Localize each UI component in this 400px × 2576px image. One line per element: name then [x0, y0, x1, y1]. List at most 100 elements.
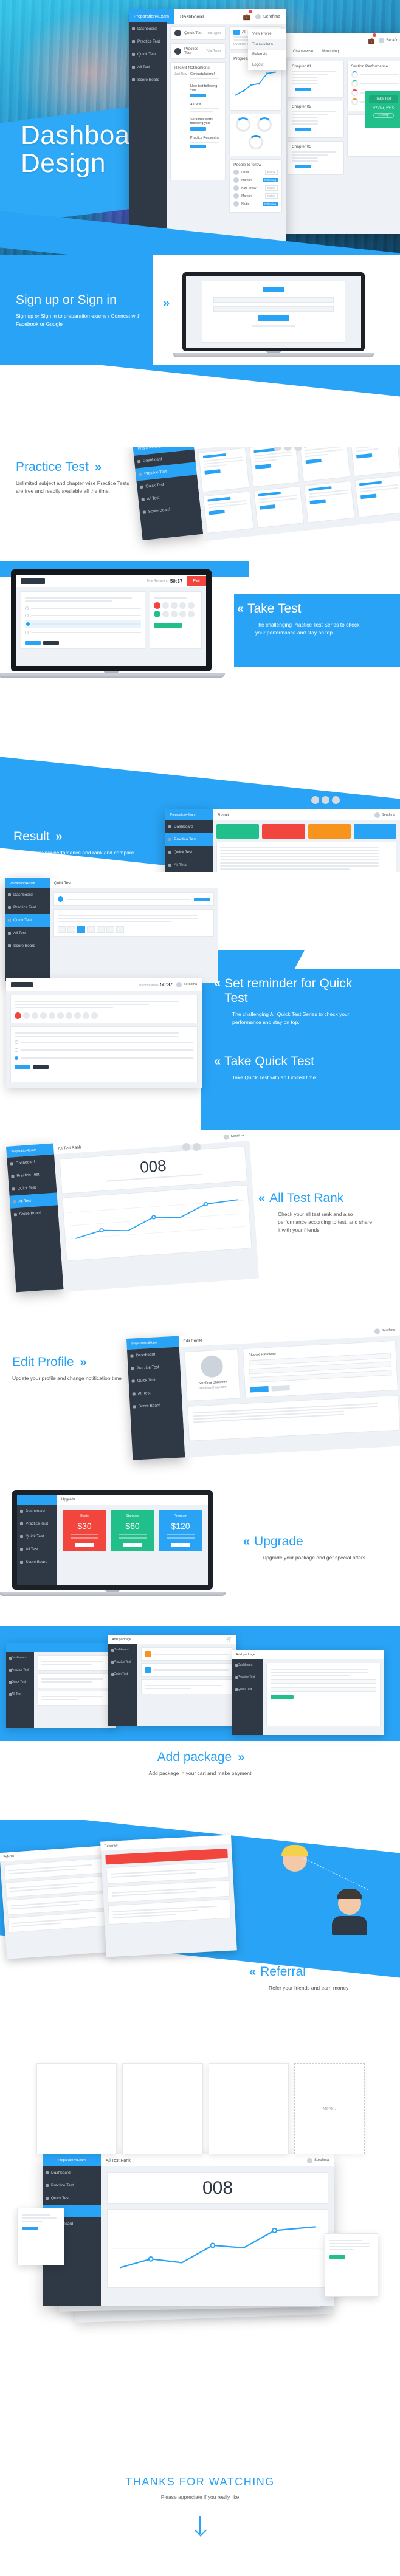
sidebar-item-dashboard[interactable]: Dashboard — [43, 2166, 101, 2179]
previous-button[interactable] — [25, 641, 41, 645]
password-field[interactable] — [213, 306, 334, 312]
card-number-field[interactable] — [271, 1679, 376, 1684]
question-chip[interactable] — [23, 1012, 30, 1019]
sidebar-item-quick-test[interactable]: Quick Test — [129, 48, 167, 61]
take-test-button[interactable] — [204, 469, 221, 475]
question-chip[interactable] — [179, 611, 186, 617]
pricing-card-basic[interactable]: Basic $30 — [63, 1510, 106, 1551]
take-test-button[interactable] — [295, 88, 311, 91]
sidebar-item-score-board[interactable]: Score Board — [17, 1556, 57, 1568]
chapter-card[interactable]: Chapter 03 — [288, 141, 344, 175]
menu-item-view-profile[interactable]: View Profile — [248, 29, 286, 39]
email-field[interactable] — [213, 297, 334, 303]
calendar-day[interactable] — [58, 926, 66, 933]
take-test-button[interactable] — [360, 493, 376, 500]
sidebar-item-dashboard[interactable]: Dashboard — [108, 1644, 137, 1656]
take-test-button[interactable] — [259, 504, 275, 510]
test-tile[interactable] — [303, 480, 355, 523]
set-reminder-button[interactable] — [194, 897, 210, 901]
sidebar-item-all-test[interactable]: All Test — [6, 1688, 34, 1700]
save-button[interactable] — [250, 1386, 269, 1393]
sidebar-item-practice-test[interactable]: Practice Test — [6, 1664, 34, 1676]
buy-now-button[interactable] — [171, 1543, 190, 1547]
take-test-button[interactable] — [305, 458, 322, 464]
sidebar-item-dashboard[interactable]: Dashboard — [6, 1652, 34, 1664]
practice-button[interactable] — [190, 145, 206, 148]
exit-button[interactable]: Exit — [187, 575, 206, 586]
quick-test-card[interactable]: Quick Test Total Types — [170, 26, 226, 40]
avatar[interactable] — [255, 13, 261, 19]
radio-option[interactable] — [25, 614, 29, 617]
question-chip[interactable] — [74, 1012, 81, 1019]
list-item[interactable]: Marvan Following — [233, 177, 278, 183]
avatar[interactable] — [223, 1133, 230, 1140]
sidebar-item-quick-test[interactable]: Quick Test — [165, 846, 213, 859]
follow-button[interactable]: Follow — [264, 185, 278, 191]
list-item[interactable]: Marvan Follow — [233, 193, 278, 199]
card-name-field[interactable] — [271, 1687, 376, 1692]
brand-logo[interactable]: Preparation4Exam — [5, 878, 50, 888]
buy-now-button[interactable] — [75, 1543, 94, 1547]
more-tile[interactable]: More... — [294, 2063, 365, 2154]
notification-item[interactable]: Practice Reasoning — [190, 136, 221, 148]
take-test-button[interactable] — [295, 165, 311, 168]
question-chip[interactable] — [162, 611, 169, 617]
user-name[interactable]: Serafima — [231, 1134, 244, 1139]
menu-item-logout[interactable]: Logout — [248, 60, 286, 70]
sidebar-item-practice-test[interactable]: Practice Test — [129, 35, 167, 48]
question-chip[interactable] — [83, 1012, 89, 1019]
follow-button[interactable] — [190, 94, 206, 97]
list-item[interactable]: Nadia Following — [233, 201, 278, 207]
briefcase-icon[interactable]: 💼 — [243, 14, 250, 21]
question-chip[interactable] — [49, 1012, 55, 1019]
brand-logo[interactable]: Preparation4Exam — [58, 2159, 86, 2162]
calendar-day[interactable] — [116, 926, 124, 933]
question-chip[interactable] — [91, 1012, 98, 1019]
list-item[interactable]: Dana Follow — [233, 170, 278, 175]
question-chip[interactable] — [171, 602, 178, 609]
test-tile[interactable] — [198, 447, 250, 493]
next-button[interactable] — [43, 641, 59, 645]
question-chip[interactable] — [15, 1012, 21, 1019]
question-chip[interactable] — [57, 1012, 64, 1019]
follow-button[interactable] — [190, 127, 206, 131]
sidebar-item-quick-test[interactable]: Quick Test — [108, 1668, 137, 1680]
question-chip[interactable] — [188, 611, 195, 617]
following-button[interactable]: Following — [262, 202, 278, 206]
test-tile[interactable] — [350, 447, 400, 477]
take-test-badge[interactable]: Take Test — [369, 95, 398, 103]
test-tile[interactable] — [202, 491, 254, 534]
sidebar-item-practice-test[interactable]: Practice Test — [43, 2179, 101, 2192]
sidebar-item-score-board[interactable]: Score Board — [5, 939, 50, 952]
user-name[interactable]: Serafima — [184, 983, 197, 986]
sidebar-item-quick-test[interactable]: Quick Test — [17, 1530, 57, 1543]
pricing-card-standard[interactable]: Standard $60 — [111, 1510, 154, 1551]
sidebar-item-all-test[interactable]: All Test — [17, 1543, 57, 1556]
user-name[interactable]: Serafima — [314, 2159, 329, 2162]
tile[interactable] — [36, 2063, 117, 2154]
menu-item-referrals[interactable]: Referrals — [248, 50, 286, 60]
take-test-button[interactable] — [22, 2227, 38, 2230]
tile[interactable] — [208, 2063, 289, 2154]
radio-option-selected[interactable] — [26, 622, 30, 626]
avatar[interactable] — [176, 981, 182, 987]
test-tile[interactable] — [299, 447, 351, 482]
pay-now-button[interactable] — [271, 1695, 294, 1699]
sidebar-item-practice-test[interactable]: Practice Test — [5, 901, 50, 914]
question-chip[interactable] — [154, 602, 160, 609]
cart-icon[interactable]: 🛒 — [226, 1637, 232, 1642]
take-test-card[interactable]: Take Test 27 Oct, 2015 Ending — [365, 91, 400, 128]
user-dropdown-menu[interactable]: View Profile Transactions Referrals Logo… — [248, 29, 286, 70]
following-button[interactable]: Following — [262, 178, 278, 182]
follow-button[interactable]: Follow — [264, 170, 278, 175]
sidebar-item-practice-test[interactable]: Practice Test — [17, 1517, 57, 1530]
tab-chapterwise[interactable]: Chapterwise — [293, 50, 313, 53]
radio-option[interactable] — [25, 606, 29, 610]
take-test-button[interactable] — [255, 464, 271, 470]
sidebar-item-dashboard[interactable]: Dashboard — [165, 820, 213, 833]
radio-option[interactable] — [15, 1048, 18, 1052]
question-chip[interactable] — [32, 1012, 38, 1019]
question-chip[interactable] — [188, 602, 195, 609]
sign-in-button[interactable] — [258, 315, 289, 321]
sidebar-item-practice-test[interactable]: Practice Test — [165, 833, 213, 846]
